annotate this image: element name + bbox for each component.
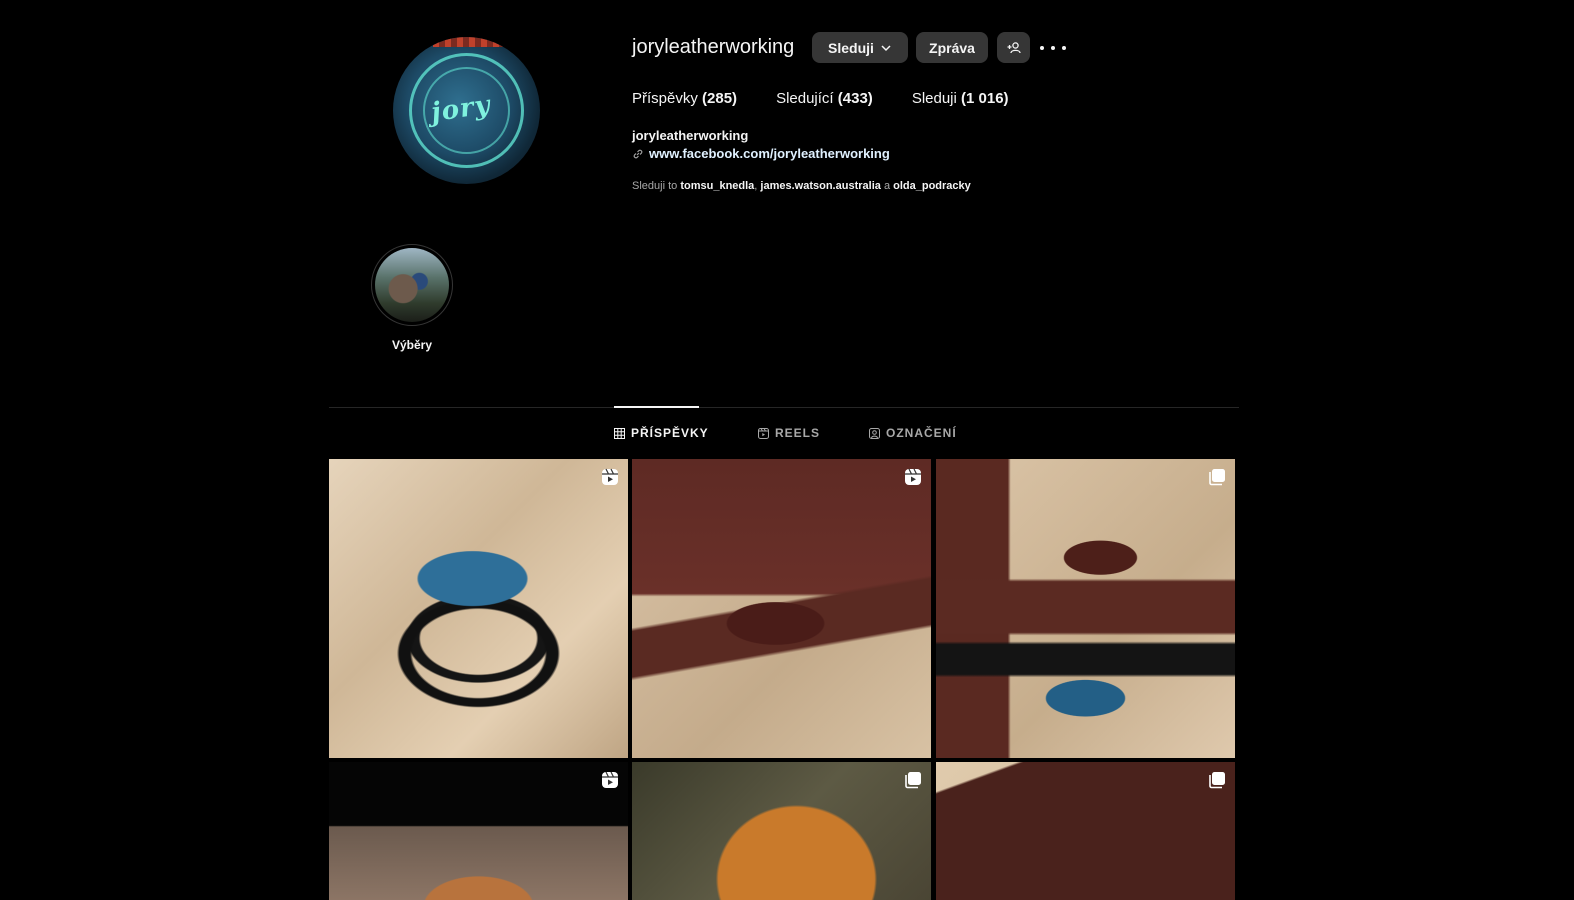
post-thumbnail[interactable] <box>329 762 628 900</box>
followed-by-user[interactable]: james.watson.australia <box>760 180 880 192</box>
profile-display-name: joryleatherworking <box>632 128 749 143</box>
followed-by-conjunction: a <box>883 180 891 192</box>
profile-page: jory joryleatherworking Sleduji Zpráva P… <box>0 0 1574 900</box>
profile-link-text: www.facebook.com/joryleatherworking <box>649 146 890 161</box>
following-button-label: Sleduji <box>828 39 874 56</box>
tab-posts-label: PŘÍSPĚVKY <box>631 426 709 440</box>
profile-avatar[interactable]: jory <box>393 37 540 184</box>
reels-icon <box>758 427 769 439</box>
add-user-icon <box>1007 41 1021 53</box>
more-options-icon[interactable] <box>1040 38 1066 58</box>
tabs-divider <box>329 407 1239 408</box>
link-icon <box>633 149 643 158</box>
highlight-label: Výběry <box>391 338 433 352</box>
tab-reels[interactable]: REELS <box>758 426 820 440</box>
stat-following-label: Sleduji <box>911 90 957 107</box>
followed-by-user[interactable]: olda_podracky <box>893 180 971 192</box>
followed-by-user[interactable]: tomsu_knedla <box>680 180 754 192</box>
stat-posts-count: (285) <box>702 90 738 107</box>
carousel-icon <box>1209 772 1225 789</box>
stat-followers[interactable]: Sledující (433) <box>776 90 873 107</box>
stat-following[interactable]: Sleduji (1 016) <box>912 90 1009 107</box>
active-tab-indicator <box>614 406 699 408</box>
stat-followers-count: (433) <box>837 90 873 107</box>
post-thumbnail[interactable] <box>329 459 628 758</box>
message-button[interactable]: Zpráva <box>916 32 988 63</box>
tab-tagged[interactable]: OZNAČENÍ <box>869 426 957 440</box>
followed-by-prefix: Sleduji to <box>632 180 678 192</box>
post-thumbnail[interactable] <box>632 459 931 758</box>
tagged-icon <box>869 427 880 439</box>
profile-username: joryleatherworking <box>632 36 795 58</box>
suggest-user-button[interactable] <box>997 32 1030 63</box>
stat-posts-label: Příspěvky <box>632 90 698 107</box>
post-thumbnail[interactable] <box>936 762 1235 900</box>
reel-icon <box>905 468 921 485</box>
grid-icon <box>614 427 625 439</box>
followed-by-separator: , <box>754 180 758 192</box>
carousel-icon <box>1209 469 1225 486</box>
post-thumbnail[interactable] <box>936 459 1235 758</box>
post-thumbnail[interactable] <box>632 762 931 900</box>
followed-by-text[interactable]: Sleduji to tomsu_knedla, james.watson.au… <box>632 180 971 192</box>
reel-icon <box>602 468 618 485</box>
stat-following-count: (1 016) <box>961 90 1009 107</box>
chevron-down-icon <box>881 44 891 51</box>
stat-posts[interactable]: Příspěvky (285) <box>632 90 737 107</box>
carousel-icon <box>905 772 921 789</box>
tab-posts[interactable]: PŘÍSPĚVKY <box>614 426 709 440</box>
stat-followers-label: Sledující <box>776 90 834 107</box>
tab-tagged-label: OZNAČENÍ <box>886 426 957 440</box>
story-highlight[interactable] <box>371 244 453 326</box>
profile-external-link[interactable]: www.facebook.com/joryleatherworking <box>632 146 890 161</box>
avatar-decoration <box>433 37 503 47</box>
following-button[interactable]: Sleduji <box>812 32 908 63</box>
reel-icon <box>602 771 618 788</box>
highlight-cover-image <box>375 248 449 322</box>
profile-stats: Příspěvky (285) Sledující (433) Sleduji … <box>632 90 1009 107</box>
message-button-label: Zpráva <box>929 39 975 56</box>
tab-reels-label: REELS <box>775 426 821 440</box>
